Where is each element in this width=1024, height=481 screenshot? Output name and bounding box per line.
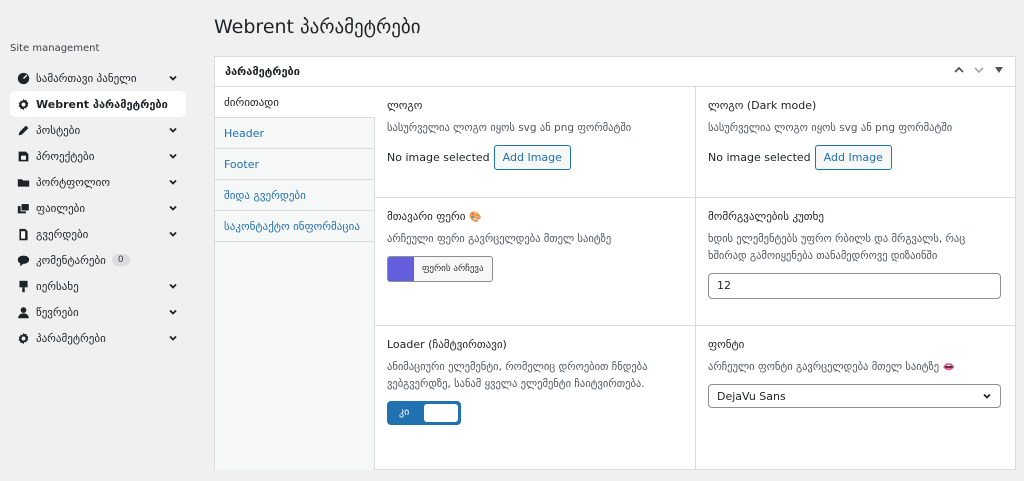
sidebar-item-portfolio[interactable]: პორტფოლიო — [10, 169, 186, 195]
sidebar-item-label: იერსახე — [36, 279, 79, 293]
sidebar-item-label: კომენტარები — [36, 253, 106, 267]
logo-dark-image-row: No image selected Add Image — [708, 144, 1003, 170]
panel-actions — [953, 64, 1015, 79]
sidebar-item-label: პოსტები — [36, 123, 81, 137]
color-swatch — [388, 256, 414, 281]
font-select-value: DejaVu Sans — [717, 389, 786, 403]
main-color-title-row: მთავარი ფერი 🎨 — [387, 210, 683, 223]
radius-title: მომრგვალების კუთხე — [708, 210, 824, 223]
loader-toggle[interactable]: კი — [387, 400, 461, 425]
sidebar-menu: სამართავი პანელი Webrent პარამეტრები პოს… — [10, 65, 186, 351]
main-color-desc: არჩეული ფერი გავრცელდება მთელ საიტზე — [387, 233, 612, 245]
chevron-down-icon[interactable] — [168, 151, 178, 161]
dashboard-icon — [16, 71, 30, 85]
chevron-down-icon[interactable] — [168, 281, 178, 291]
main-color-title: მთავარი ფერი — [387, 210, 466, 223]
logo-desc: სასურველია ლოგო იყოს svg ან png ფორმატში — [387, 122, 632, 134]
logo-dark-field: ლოგო (Dark mode) სასურველია ლოგო იყოს sv… — [695, 87, 1015, 198]
loader-field: Loader (ჩამტვირთავი) ანიმაციური ელემენტი… — [375, 326, 695, 470]
logo-field: ლოგო სასურველია ლოგო იყოს svg ან png ფორ… — [375, 87, 695, 198]
settings-icon — [16, 331, 30, 345]
chevron-down-icon[interactable] — [168, 229, 178, 239]
loader-desc: ანიმაციური ელემენტი, რომელიც დროებით ჩნდ… — [387, 361, 648, 390]
chevron-down-icon[interactable] — [168, 307, 178, 317]
main-color-field: მთავარი ფერი 🎨 არჩეული ფერი გავრცელდება … — [375, 198, 695, 326]
chevron-down-icon — [983, 393, 991, 399]
add-logo-dark-button[interactable]: Add Image — [814, 144, 892, 170]
sidebar-item-comments[interactable]: კომენტარები 0 — [10, 247, 186, 273]
user-icon — [16, 305, 30, 319]
move-down-icon[interactable] — [973, 64, 985, 79]
sidebar-item-projects[interactable]: პროექტები — [10, 143, 186, 169]
color-picker-button[interactable]: ფერის არჩევა — [387, 255, 493, 282]
project-icon — [16, 149, 30, 163]
collapse-toggle-icon[interactable] — [993, 64, 1005, 79]
folder-icon — [16, 175, 30, 189]
sidebar-item-users[interactable]: წევრები — [10, 299, 186, 325]
toggle-knob — [424, 403, 458, 422]
move-up-icon[interactable] — [953, 64, 965, 79]
chevron-down-icon[interactable] — [168, 203, 178, 213]
logo-dark-desc: სასურველია ლოგო იყოს svg ან png ფორმატში — [708, 122, 953, 134]
sidebar: Site management სამართავი პანელი Webrent… — [0, 0, 195, 481]
comment-count-badge: 0 — [111, 254, 130, 266]
font-select[interactable]: DejaVu Sans — [708, 384, 1001, 408]
loader-toggle-label: კი — [399, 407, 410, 419]
settings-panel: პარამეტრები ძირითადი Header Footer შიდა … — [214, 56, 1016, 470]
media-icon — [16, 201, 30, 215]
brush-icon — [16, 279, 30, 293]
color-picker-label: ფერის არჩევა — [422, 263, 484, 274]
sidebar-item-label: პორტფოლიო — [36, 175, 110, 189]
sidebar-item-label: წევრები — [36, 305, 79, 319]
logo-status: No image selected — [387, 150, 490, 164]
add-logo-button[interactable]: Add Image — [493, 144, 571, 170]
sidebar-item-label: ფაილები — [36, 201, 86, 215]
panel-header: პარამეტრები — [215, 57, 1015, 87]
sidebar-item-appearance[interactable]: იერსახე — [10, 273, 186, 299]
tab-inner-pages[interactable]: შიდა გვერდები — [215, 180, 374, 211]
tab-general[interactable]: ძირითადი — [215, 87, 375, 118]
font-title: ფონტი — [708, 338, 745, 351]
sidebar-item-label: პარამეტრები — [36, 331, 106, 345]
sidebar-item-label: სამართავი პანელი — [36, 71, 137, 85]
logo-dark-title: ლოგო (Dark mode) — [708, 99, 817, 112]
settings-content: ლოგო სასურველია ლოგო იყოს svg ან png ფორ… — [375, 87, 1015, 470]
comment-icon — [16, 253, 30, 267]
sidebar-item-webrent-settings[interactable]: Webrent პარამეტრები — [10, 91, 186, 117]
panel-title: პარამეტრები — [225, 65, 300, 78]
chevron-down-icon[interactable] — [168, 177, 178, 187]
sidebar-item-pages[interactable]: გვერდები — [10, 221, 186, 247]
sidebar-item-label: Webrent პარამეტრები — [36, 97, 168, 111]
palette-icon: 🎨 — [468, 212, 482, 223]
radius-input[interactable]: 12 — [708, 272, 1001, 299]
logo-dark-status: No image selected — [708, 150, 811, 164]
tab-header[interactable]: Header — [215, 118, 374, 149]
settings-tabs: ძირითადი Header Footer შიდა გვერდები საკ… — [215, 87, 375, 470]
tab-contact-info[interactable]: საკონტაქტო ინფორმაცია — [215, 211, 374, 242]
logo-image-row: No image selected Add Image — [387, 144, 683, 170]
sidebar-item-label: პროექტები — [36, 149, 95, 163]
radius-field: მომრგვალების კუთხე ხდის ელემენტებს უფრო … — [695, 198, 1015, 326]
sidebar-item-dashboard[interactable]: სამართავი პანელი — [10, 65, 186, 91]
tab-footer[interactable]: Footer — [215, 149, 374, 180]
gear-icon — [16, 97, 30, 111]
sidebar-item-settings[interactable]: პარამეტრები — [10, 325, 186, 351]
chevron-down-icon[interactable] — [168, 125, 178, 135]
pen-icon — [16, 123, 30, 137]
radius-desc: ხდის ელემენტებს უფრო რბილს და მრგვალს, რ… — [708, 233, 966, 262]
loader-title: Loader (ჩამტვირთავი) — [387, 338, 507, 351]
page-icon — [16, 227, 30, 241]
chevron-down-icon[interactable] — [168, 333, 178, 343]
font-field: ფონტი არჩეული ფონტი გავრცელდება მთელ საი… — [695, 326, 1015, 470]
lips-icon: 👄 — [942, 362, 955, 373]
sidebar-item-media[interactable]: ფაილები — [10, 195, 186, 221]
page-title: Webrent პარამეტრები — [214, 16, 421, 38]
chevron-down-icon[interactable] — [168, 73, 178, 83]
logo-title: ლოგო — [387, 99, 423, 112]
sidebar-item-posts[interactable]: პოსტები — [10, 117, 186, 143]
font-desc: არჩეული ფონტი გავრცელდება მთელ საიტზე — [708, 361, 940, 373]
sidebar-section-label: Site management — [10, 43, 100, 54]
font-desc-row: არჩეული ფონტი გავრცელდება მთელ საიტზე 👄 — [708, 359, 1003, 376]
sidebar-item-label: გვერდები — [36, 227, 89, 241]
